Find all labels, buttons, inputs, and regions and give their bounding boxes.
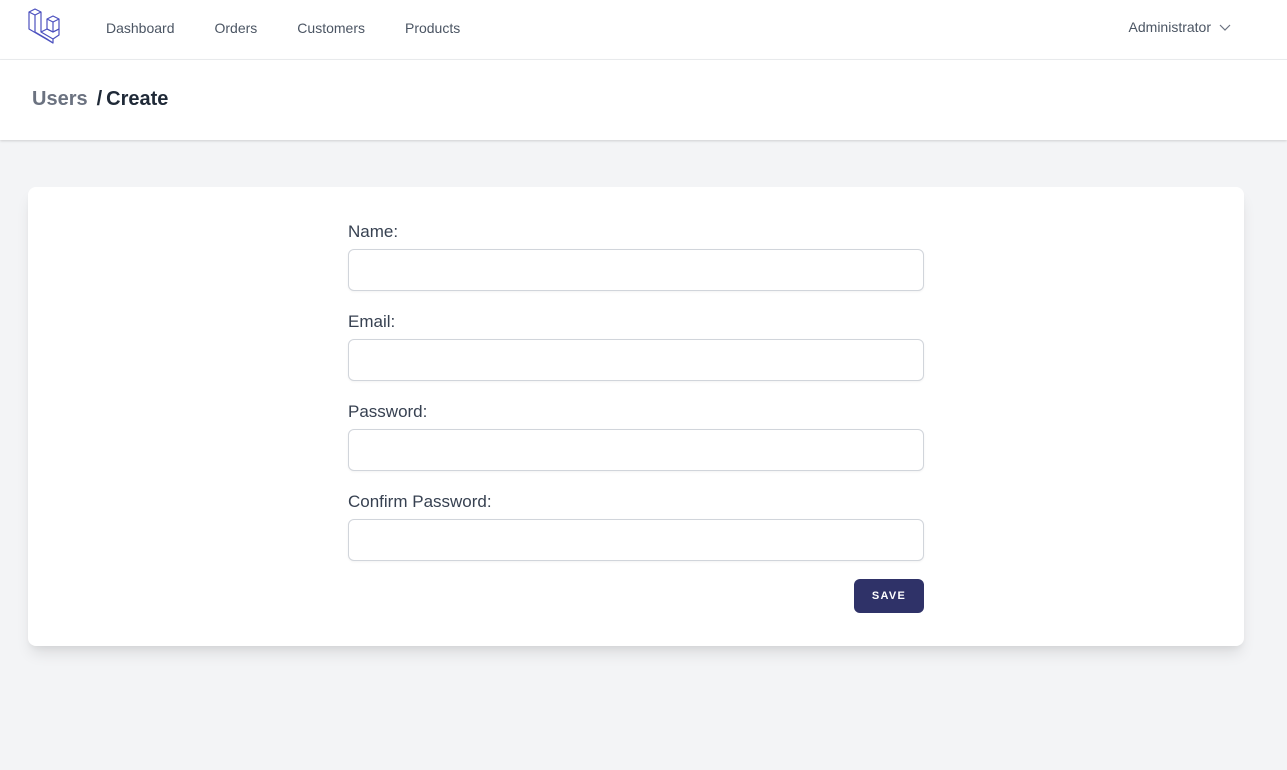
email-field-group: Email: bbox=[348, 311, 924, 381]
create-user-card: Name: Email: Password: Confirm Password:… bbox=[28, 187, 1244, 646]
password-field-group: Password: bbox=[348, 401, 924, 471]
top-navigation: Dashboard Orders Customers Products Admi… bbox=[0, 0, 1287, 60]
breadcrumb-users-link[interactable]: Users bbox=[32, 88, 88, 110]
nav-links: Dashboard Orders Customers Products bbox=[106, 0, 500, 56]
page-title: Create bbox=[106, 88, 169, 110]
laravel-logo-icon[interactable] bbox=[27, 8, 64, 46]
user-name: Administrator bbox=[1128, 19, 1211, 35]
chevron-down-icon bbox=[1219, 24, 1231, 31]
email-input[interactable] bbox=[348, 339, 924, 381]
save-button[interactable]: SAVE bbox=[854, 579, 924, 613]
breadcrumb: Users / Create bbox=[32, 88, 168, 111]
nav-link-orders[interactable]: Orders bbox=[215, 20, 258, 36]
nav-link-products[interactable]: Products bbox=[405, 20, 460, 36]
name-input[interactable] bbox=[348, 249, 924, 291]
name-label: Name: bbox=[348, 222, 399, 241]
confirm-password-field-group: Confirm Password: bbox=[348, 491, 924, 561]
create-user-form: Name: Email: Password: Confirm Password:… bbox=[348, 221, 924, 613]
page-header: Users / Create bbox=[0, 60, 1287, 140]
confirm-password-input[interactable] bbox=[348, 519, 924, 561]
password-input[interactable] bbox=[348, 429, 924, 471]
email-label: Email: bbox=[348, 312, 396, 331]
nav-link-customers[interactable]: Customers bbox=[297, 20, 365, 36]
nav-link-dashboard[interactable]: Dashboard bbox=[106, 20, 175, 36]
user-menu[interactable]: Administrator bbox=[1129, 0, 1231, 54]
confirm-password-label: Confirm Password: bbox=[348, 492, 492, 511]
password-label: Password: bbox=[348, 402, 428, 421]
name-field-group: Name: bbox=[348, 221, 924, 291]
breadcrumb-separator: / bbox=[96, 88, 103, 110]
